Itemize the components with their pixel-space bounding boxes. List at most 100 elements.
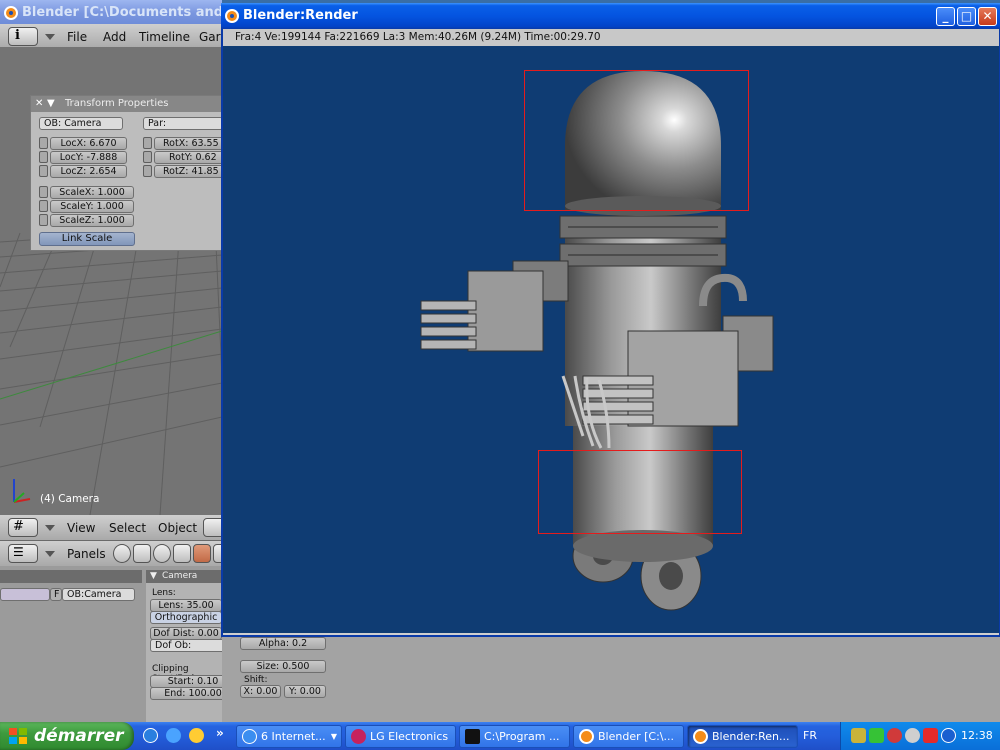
fake-user-button[interactable]: F	[50, 588, 62, 601]
locx-field[interactable]: LocX: 6.670	[50, 137, 127, 150]
close-button[interactable]: ✕	[978, 7, 997, 26]
parent-field[interactable]: Par:	[143, 117, 222, 130]
taskbar-item-blender[interactable]: Blender [C:\...	[573, 725, 684, 748]
collapse-menu-icon[interactable]	[45, 525, 55, 531]
collapse-menu-icon[interactable]	[45, 34, 55, 40]
menu-add[interactable]: Add	[103, 30, 126, 44]
maximize-button[interactable]: □	[957, 7, 976, 26]
menu-select[interactable]: Select	[109, 521, 146, 535]
tray-play-icon[interactable]	[869, 728, 884, 743]
logic-context-icon[interactable]	[113, 544, 131, 563]
camera-panel-header[interactable]: ▼ Camera	[146, 570, 222, 583]
locy-field[interactable]: LocY: -7.888	[50, 151, 127, 164]
transform-panel-header[interactable]: ✕ ▼ Transform Properties	[31, 96, 221, 112]
ob-link-field[interactable]	[0, 588, 50, 601]
buttons-window-right: Alpha: 0.2 Size: 0.500 Shift: X: 0.00 Y:…	[222, 637, 1000, 722]
render-window: Blender:Render _ □ ✕ Fra:4 Ve:199144 Fa:…	[221, 3, 1000, 637]
dof-object-field[interactable]: Dof Ob:	[150, 639, 222, 652]
camera-panel-title: Camera	[162, 571, 198, 581]
rotx-field[interactable]: RotX: 63.55	[154, 137, 222, 150]
taskbar-item-label: Blender:Ren...	[712, 730, 790, 743]
object-name-field[interactable]: OB: Camera	[39, 117, 123, 130]
alpha-field[interactable]: Alpha: 0.2	[240, 637, 326, 650]
lock-icon[interactable]	[39, 214, 48, 226]
lock-icon[interactable]	[143, 137, 152, 149]
render-titlebar[interactable]: Blender:Render _ □ ✕	[221, 3, 1000, 29]
size-field[interactable]: Size: 0.500	[240, 660, 326, 673]
quicklaunch-more-icon[interactable]: »	[216, 726, 224, 740]
lock-icon[interactable]	[39, 151, 48, 163]
taskbar-item-internet[interactable]: 6 Internet... ▼	[236, 725, 342, 748]
shift-x-field[interactable]: X: 0.00	[240, 685, 281, 698]
tray-security-icon[interactable]	[887, 728, 902, 743]
collapse-menu-icon[interactable]	[45, 551, 55, 557]
minimize-button[interactable]: _	[936, 7, 955, 26]
camera-object-field[interactable]: OB:Camera	[62, 588, 135, 601]
taskbar-item-lg[interactable]: LG Electronics	[345, 725, 456, 748]
scaley-field[interactable]: ScaleY: 1.000	[50, 200, 134, 213]
shift-y-field[interactable]: Y: 0.00	[284, 685, 326, 698]
menu-timeline[interactable]: Timeline	[139, 30, 190, 44]
tray-network-icon[interactable]	[905, 728, 920, 743]
panel-collapse-icon[interactable]: ▼	[47, 96, 55, 112]
object-context-icon[interactable]	[173, 544, 191, 563]
menu-file[interactable]: File	[67, 30, 87, 44]
shading-context-icon[interactable]	[153, 544, 171, 563]
link-scale-button[interactable]: Link Scale	[39, 232, 135, 246]
rotz-field[interactable]: RotZ: 41.85	[154, 165, 222, 178]
render-info-bar: Fra:4 Ve:199144 Fa:221669 La:3 Mem:40.26…	[223, 29, 999, 46]
lens-label: Lens:	[152, 588, 176, 598]
lock-icon[interactable]	[143, 151, 152, 163]
orthographic-toggle[interactable]: Orthographic	[150, 611, 222, 624]
roty-field[interactable]: RotY: 0.62	[154, 151, 222, 164]
quicklaunch-ie-icon[interactable]	[143, 728, 158, 743]
taskbar-item-label: 6 Internet...	[261, 730, 326, 743]
tray-info-icon[interactable]	[941, 728, 956, 743]
lock-icon[interactable]	[39, 186, 48, 198]
blender-main-title: Blender [C:\Documents and Setti	[22, 5, 222, 20]
taskbar-item-label: Blender [C:\...	[598, 730, 674, 743]
windows-flag-icon	[9, 728, 27, 744]
scalex-field[interactable]: ScaleX: 1.000	[50, 186, 134, 199]
buttons-window: F OB:Camera ▼ Camera Lens: Lens: 35.00 O…	[0, 566, 222, 722]
viewport-object-label: (4) Camera	[40, 493, 100, 505]
menu-view[interactable]: View	[67, 521, 95, 535]
quicklaunch-browser-icon[interactable]	[166, 728, 181, 743]
editing-context-icon[interactable]	[193, 544, 211, 563]
menu-panels[interactable]: Panels	[67, 547, 106, 561]
start-label: démarrer	[34, 726, 124, 746]
tray-app-icon[interactable]	[851, 728, 866, 743]
lock-icon[interactable]	[39, 165, 48, 177]
ie-icon	[242, 729, 257, 744]
window-type-button[interactable]: i	[8, 27, 38, 46]
panel-collapse-icon[interactable]: ▼	[150, 570, 157, 583]
taskbar-item-cmd[interactable]: C:\Program ...	[459, 725, 570, 748]
buttons-type-button[interactable]: ☰	[8, 544, 38, 563]
3d-viewport[interactable]: ✕ ▼ Transform Properties OB: Camera Par:…	[0, 47, 222, 515]
lock-icon[interactable]	[39, 200, 48, 212]
locz-field[interactable]: LocZ: 2.654	[50, 165, 127, 178]
scalez-field[interactable]: ScaleZ: 1.000	[50, 214, 134, 227]
script-context-icon[interactable]	[133, 544, 151, 563]
menu-object[interactable]: Object	[158, 521, 197, 535]
link-panel-header[interactable]	[0, 570, 142, 583]
selection-box-bottom	[538, 450, 742, 534]
tray-alert-icon[interactable]	[923, 728, 938, 743]
grid-icon: #	[13, 519, 24, 534]
view3d-type-button[interactable]: #	[8, 518, 38, 537]
language-indicator[interactable]: FR	[803, 729, 817, 742]
mode-button[interactable]	[203, 518, 222, 537]
shift-label: Shift:	[244, 675, 268, 685]
lock-icon[interactable]	[143, 165, 152, 177]
render-window-title: Blender:Render	[243, 8, 358, 23]
close-panel-icon[interactable]: ✕	[35, 96, 43, 112]
quicklaunch-media-icon[interactable]	[189, 728, 204, 743]
blender-main-titlebar[interactable]: Blender [C:\Documents and Setti	[0, 0, 222, 26]
menu-game[interactable]: Gar	[199, 30, 221, 44]
taskbar-item-blender-render[interactable]: Blender:Ren...	[687, 725, 798, 748]
start-button[interactable]: démarrer	[0, 722, 134, 750]
clip-end-field[interactable]: End: 100.00	[150, 687, 222, 700]
system-tray: 12:38	[840, 722, 1000, 750]
taskbar-item-label: LG Electronics	[370, 730, 449, 743]
lock-icon[interactable]	[39, 137, 48, 149]
